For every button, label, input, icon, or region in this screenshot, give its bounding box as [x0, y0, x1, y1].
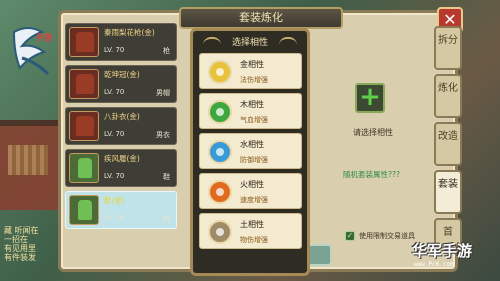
item-type: 男帽 [156, 89, 170, 97]
item-type: 鞋 [163, 173, 170, 181]
ornament-right [279, 37, 297, 45]
item-name: 八卦衣(金) [104, 112, 140, 121]
game-logo-icon [12, 27, 50, 76]
hat-icon [69, 69, 99, 99]
metal-orb-icon [208, 60, 232, 84]
item-type: 枪 [163, 47, 170, 55]
item-name: 秦雨梨花枪(金) [104, 28, 155, 37]
boots-icon [69, 153, 99, 183]
chat-line: 有见用里 [4, 244, 36, 253]
spear-icon [69, 27, 99, 57]
item-level: LV. 70 [104, 130, 125, 138]
option-earth[interactable]: 土相性 物伤增强 [199, 213, 302, 249]
item-level: LV. 70 [104, 88, 125, 96]
item-level: LV. 70 [104, 214, 125, 222]
option-desc: 法伤增强 [240, 76, 268, 84]
option-fire[interactable]: 火相性 速度增强 [199, 173, 302, 209]
chat-line: 一招在 [4, 235, 28, 244]
water-orb-icon [208, 140, 232, 164]
chat-log: 藏 听闻在 一招在 有见用里 有件装发 [4, 226, 64, 262]
option-desc: 速度增强 [240, 196, 268, 204]
boots-icon [69, 195, 99, 225]
tab-modify[interactable]: 改造 [434, 122, 462, 166]
option-name: 金相性 [240, 60, 264, 69]
restricted-item-label: 使用限制交易道具 [359, 232, 415, 240]
list-item[interactable]: 疾风履(金) LV. 70 鞋 [65, 149, 177, 187]
random-attribute-label: 随机套装属性??? [343, 170, 400, 179]
logo-tag: 手游 [36, 32, 52, 42]
item-type: 鞋 [163, 215, 170, 223]
refine-target-area: + 请选择相性 随机套装属性??? ✓ 使用限制交易道具 [293, 23, 427, 269]
list-item[interactable]: 秦雨梨花枪(金) LV. 70 枪 [65, 23, 177, 61]
option-desc: 气血增强 [240, 116, 268, 124]
option-desc: 防御增强 [240, 156, 268, 164]
watermark-logo: 华军手游 [412, 242, 473, 260]
chat-line: 有件装发 [4, 253, 36, 262]
item-type: 男衣 [156, 131, 170, 139]
option-name: 火相性 [240, 180, 264, 189]
list-item-selected[interactable]: 鞋(金) LV. 70 鞋 [65, 191, 177, 229]
option-water[interactable]: 水相性 防御增强 [199, 133, 302, 169]
fire-orb-icon [208, 180, 232, 204]
choose-attribute-label: 请选择相性 [353, 128, 393, 137]
item-level: LV. 70 [104, 46, 125, 54]
tab-refine[interactable]: 炼化 [434, 74, 462, 118]
watermark-url: www.Pc6.com [414, 261, 454, 268]
item-name: 疾风履(金) [104, 154, 140, 163]
option-desc: 物伤增强 [240, 236, 268, 244]
earth-orb-icon [208, 220, 232, 244]
robe-icon [69, 111, 99, 141]
wood-orb-icon [208, 100, 232, 124]
list-item[interactable]: 八卦衣(金) LV. 70 男衣 [65, 107, 177, 145]
tab-suit[interactable]: 套装 [434, 170, 462, 214]
item-name: 乾坤冠(金) [104, 70, 140, 79]
add-attribute-button[interactable]: + [355, 83, 385, 113]
choose-attribute-modal: 选择相性 金相性 法伤增强 木相性 气血增强 水相性 防御增强 火相性 速度增强… [190, 28, 310, 276]
equipment-list: 秦雨梨花枪(金) LV. 70 枪 乾坤冠(金) LV. 70 男帽 八卦衣(金… [65, 23, 177, 269]
item-name: 鞋(金) [104, 196, 125, 205]
list-item[interactable]: 乾坤冠(金) LV. 70 男帽 [65, 65, 177, 103]
item-level: LV. 70 [104, 172, 125, 180]
option-name: 木相性 [240, 100, 264, 109]
tab-split[interactable]: 拆分 [434, 26, 462, 70]
restricted-item-checkbox[interactable]: ✓ [345, 231, 355, 241]
chat-line: 藏 听闻在 [4, 226, 39, 235]
option-wood[interactable]: 木相性 气血增强 [199, 93, 302, 129]
option-name: 水相性 [240, 140, 264, 149]
background-window [8, 145, 48, 175]
option-name: 土相性 [240, 220, 264, 229]
option-metal[interactable]: 金相性 法伤增强 [199, 53, 302, 89]
